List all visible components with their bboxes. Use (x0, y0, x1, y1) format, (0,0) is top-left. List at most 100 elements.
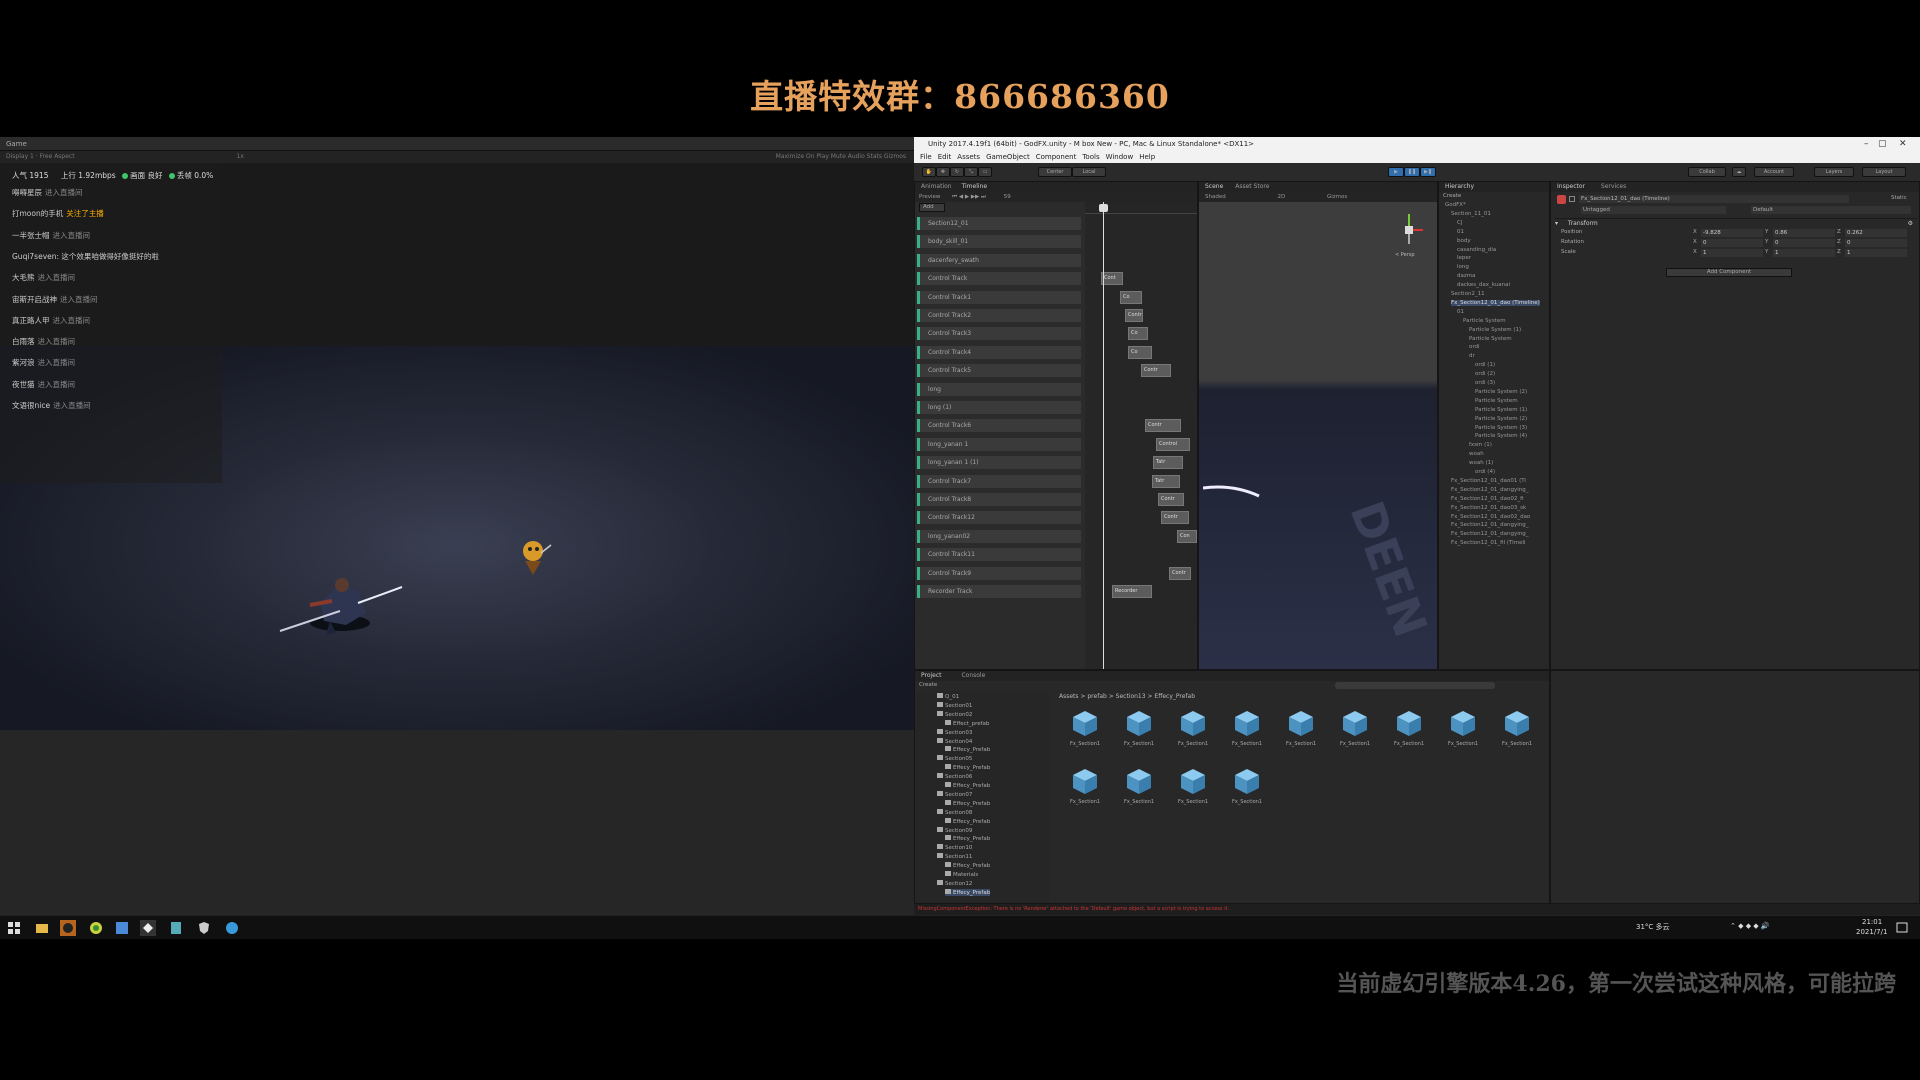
hierarchy-item[interactable]: CJ (1457, 220, 1462, 226)
timeline-track[interactable]: Control Track2 (917, 309, 1081, 322)
hierarchy-item[interactable]: Fx_Section12_01_fil (Timeli (1451, 540, 1526, 546)
timeline-track[interactable]: Control Track3 (917, 327, 1081, 341)
folder-item[interactable]: Section09 (937, 826, 972, 834)
folder-item[interactable]: Section05 (937, 755, 972, 762)
game-viewport[interactable]: 人气 1915 上行 1.92mbps 画面 良好 丢帧 0.0% 嘚嘚星辰 进入… (0, 163, 914, 867)
hierarchy-item[interactable]: ordi (3) (1475, 380, 1495, 386)
minimize-icon[interactable]: – (1864, 137, 1869, 152)
app-icon[interactable] (114, 920, 130, 936)
project-search[interactable] (1335, 682, 1495, 689)
tab-scene[interactable]: Scene (1205, 183, 1223, 190)
folder-item[interactable]: Effect_prefab (945, 719, 989, 727)
timeline-clip[interactable]: Co (1128, 327, 1148, 341)
timeline-clip[interactable]: Co (1128, 345, 1152, 359)
folder-item[interactable]: Section10 (937, 844, 972, 851)
playback-controls[interactable]: ⏮ ◀ ▶ ▶▶ ⏭ (952, 194, 986, 200)
hierarchy-item[interactable]: Particle System (2) (1475, 416, 1527, 422)
tab-console[interactable]: Console (961, 672, 985, 679)
2d-toggle[interactable]: 2D (1277, 194, 1285, 200)
hierarchy-item[interactable]: woah (1469, 451, 1484, 457)
folder-item[interactable]: Effecy_Prefab (945, 764, 990, 771)
transform-x-field[interactable]: 1 (1701, 249, 1763, 257)
prefab-asset[interactable]: Fx_Section1 (1117, 765, 1161, 813)
shading-dropdown[interactable]: Shaded (1205, 194, 1226, 200)
folder-item[interactable]: Effecy_Prefab (945, 746, 990, 753)
timeline-clip[interactable]: Con (1177, 529, 1197, 543)
hierarchy-item[interactable]: Particle System (4) (1475, 433, 1527, 439)
static-toggle[interactable]: Static (1891, 195, 1907, 201)
breadcrumb[interactable]: Assets > prefab > Section13 > Effecy_Pre… (1059, 693, 1195, 700)
menu-item[interactable]: Tools (1082, 153, 1099, 161)
folder-item[interactable]: Effecy_Prefab (945, 817, 990, 825)
play-button[interactable]: ▶ (1388, 167, 1404, 177)
timeline-track[interactable]: Control Track8 (917, 493, 1081, 506)
timeline-clip[interactable]: Contr (1158, 493, 1184, 506)
tab-timeline[interactable]: Timeline (962, 183, 988, 190)
file-explorer-icon[interactable] (34, 920, 50, 936)
timeline-track[interactable]: Section12_01 (917, 217, 1081, 230)
timeline-clip[interactable]: Contr (1145, 419, 1181, 433)
add-track-button[interactable]: Add (919, 203, 945, 212)
hierarchy-item[interactable]: ordi (1469, 344, 1480, 350)
shield-icon[interactable] (196, 920, 212, 936)
hierarchy-item[interactable]: dr (1469, 353, 1475, 359)
prefab-asset[interactable]: Fx_Section1 (1495, 707, 1539, 755)
hierarchy-item[interactable]: casanding_dia (1457, 247, 1496, 253)
timeline-track[interactable]: Control Track1 (917, 290, 1081, 304)
hierarchy-item[interactable]: Section2_11 (1451, 291, 1485, 297)
transform-z-field[interactable]: 0.262 (1845, 229, 1907, 237)
account-dropdown[interactable]: Account (1754, 167, 1794, 177)
hierarchy-item[interactable]: dazma (1457, 273, 1475, 279)
hierarchy-item[interactable]: Fx_Section12_01_dao (Timeline) (1451, 299, 1540, 306)
tag-dropdown[interactable]: Untagged (1581, 206, 1726, 214)
tab-asset-store[interactable]: Asset Store (1235, 183, 1269, 190)
timeline-clip[interactable]: Co (1120, 290, 1142, 304)
transform-x-field[interactable]: -9.828 (1701, 229, 1763, 237)
timeline-track[interactable]: Control Track6 (917, 419, 1081, 433)
transform-y-field[interactable]: 0 (1773, 239, 1835, 247)
playhead-handle[interactable] (1099, 204, 1108, 212)
folder-item[interactable]: Section08 (937, 808, 972, 816)
active-checkbox[interactable] (1569, 196, 1575, 202)
folder-item[interactable]: Q_01 (937, 693, 959, 700)
folder-item[interactable]: Effecy_Prefab (945, 862, 990, 869)
cloud-icon[interactable]: ☁ (1732, 167, 1746, 177)
folder-item[interactable]: Section03 (937, 728, 972, 736)
prefab-asset[interactable]: Fx_Section1 (1063, 707, 1107, 755)
hierarchy-item[interactable]: dackes_dax_kuanai (1457, 282, 1510, 288)
folder-item[interactable]: Materials (945, 871, 978, 878)
hierarchy-item[interactable]: long (1457, 264, 1469, 270)
timeline-clip[interactable]: Cont (1101, 272, 1123, 286)
hierarchy-item[interactable]: Particle System (1463, 318, 1506, 324)
hierarchy-item[interactable]: ordi (4) (1475, 469, 1495, 475)
object-name-field[interactable]: Fx_Section12_01_dao (Timeline) (1579, 195, 1849, 203)
tab-services[interactable]: Services (1601, 183, 1626, 190)
rect-tool-button[interactable]: ▭ (978, 167, 992, 177)
hierarchy-item[interactable]: Particle System (3) (1475, 425, 1527, 431)
folder-item[interactable]: Effecy_Prefab (945, 799, 990, 807)
scene-gizmo-icon[interactable] (1389, 210, 1429, 250)
hierarchy-item[interactable]: body (1457, 238, 1471, 244)
maximize-icon[interactable]: ▢ (1878, 137, 1887, 152)
prefab-asset[interactable]: Fx_Section1 (1441, 707, 1485, 755)
add-component-button[interactable]: Add Component (1666, 268, 1792, 277)
hierarchy-item[interactable]: woah (1) (1469, 460, 1493, 466)
hierarchy-item[interactable]: Particle System (1) (1475, 407, 1527, 413)
obs-icon[interactable] (60, 920, 76, 936)
folder-item[interactable]: Section04 (937, 737, 972, 745)
chevron-down-icon[interactable]: ▾ (1555, 220, 1560, 227)
windows-start-icon[interactable] (6, 920, 22, 936)
hierarchy-title[interactable]: Hierarchy (1445, 183, 1474, 190)
menu-item[interactable]: Window (1106, 153, 1134, 161)
transform-y-field[interactable]: 1 (1773, 249, 1835, 257)
browser-icon[interactable] (88, 920, 104, 936)
hierarchy-item[interactable]: 01 (1457, 309, 1464, 315)
preview-button[interactable]: Preview (919, 194, 940, 200)
timeline-track[interactable]: Control Track (917, 272, 1081, 286)
prefab-asset[interactable]: Fx_Section1 (1225, 765, 1269, 813)
scale-tool-button[interactable]: ⤡ (964, 167, 978, 177)
hierarchy-item[interactable]: Fx_Section12_01_dao01 (Ti (1451, 478, 1526, 484)
timeline-track[interactable]: dacenfery_swath (917, 253, 1081, 267)
weather[interactable]: 31°C 多云 (1636, 922, 1670, 932)
transform-z-field[interactable]: 1 (1845, 249, 1907, 257)
